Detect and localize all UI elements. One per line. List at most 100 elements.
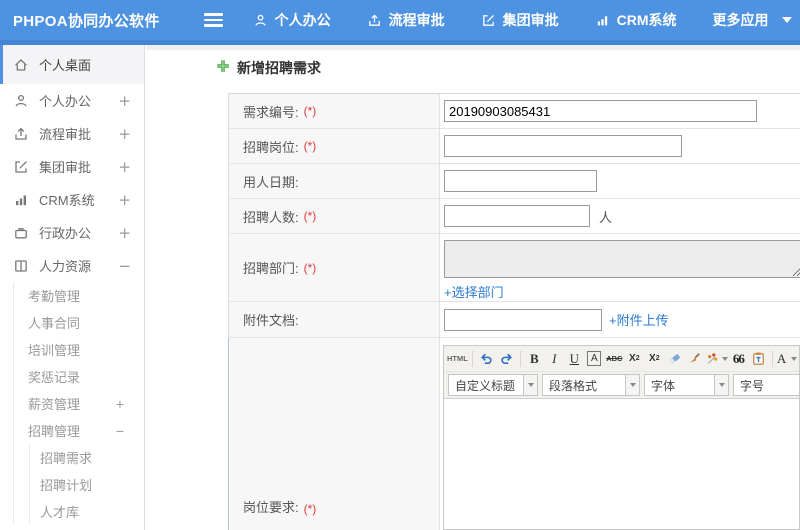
caret-down-icon <box>791 356 798 361</box>
field-label: 招聘人数: <box>243 209 299 225</box>
content-top-strip <box>146 45 800 50</box>
highlight-color-icon[interactable] <box>798 349 799 368</box>
font-color-button[interactable]: A <box>777 349 798 368</box>
form-row-requirements: 岗位要求: (*) HTML B I U A ABC X 2 X 2 66 A … <box>228 338 800 530</box>
font-size-select[interactable]: 字号 <box>733 374 799 396</box>
underline-button[interactable]: U <box>565 349 584 368</box>
top-nav: 个人办公 流程审批 集团审批 CRM系统 更多应用 <box>253 10 792 30</box>
sidebar-item-talent-pool[interactable]: 人才库 <box>30 498 144 525</box>
editor-content-area[interactable] <box>444 399 799 529</box>
edit-icon <box>481 13 496 28</box>
sidebar-item-training[interactable]: 培训管理 <box>14 336 144 363</box>
color-format-icon[interactable] <box>705 349 728 368</box>
caret-down-icon <box>721 356 728 361</box>
collapse-icon[interactable]: − <box>116 423 124 439</box>
sidebar-item-hr-contract[interactable]: 人事合同 <box>14 309 144 336</box>
expand-icon[interactable]: + <box>116 396 124 412</box>
headcount-input[interactable] <box>444 205 590 227</box>
required-mark: (*) <box>303 139 317 153</box>
field-label: 用人日期: <box>243 174 299 190</box>
sidebar-item-salary[interactable]: 薪资管理 + <box>14 390 144 417</box>
attachment-input[interactable] <box>444 308 602 331</box>
sidebar-item-personal-office[interactable]: 个人办公 + <box>0 84 144 117</box>
bold-button[interactable]: B <box>525 349 544 368</box>
sidebar-item-hr[interactable]: 人力资源 − <box>0 249 144 282</box>
superscript-button[interactable]: X2 <box>625 349 644 368</box>
required-mark: (*) <box>303 502 317 516</box>
field-label: 招聘岗位: <box>243 139 299 155</box>
field-label: 附件文档: <box>243 313 299 328</box>
sidebar-item-admin-office[interactable]: 行政办公 + <box>0 216 144 249</box>
sidebar-item-attendance[interactable]: 考勤管理 <box>14 282 144 309</box>
field-label: 招聘部门: <box>243 261 299 276</box>
bar-chart-icon <box>595 13 610 28</box>
expand-icon[interactable]: + <box>118 191 131 209</box>
rich-text-editor: HTML B I U A ABC X2 X2 66 A 自定义标题 段落格式 字… <box>443 345 800 530</box>
toolbar-separator <box>471 350 473 367</box>
font-style-button[interactable]: A <box>585 349 604 368</box>
paragraph-format-select[interactable]: 段落格式 <box>542 374 640 396</box>
expand-icon[interactable]: + <box>118 158 131 176</box>
process-icon <box>367 13 382 28</box>
italic-button[interactable]: I <box>545 349 564 368</box>
strikethrough-button[interactable]: ABC <box>605 349 624 368</box>
eraser-icon[interactable] <box>665 349 684 368</box>
redo-icon[interactable] <box>497 349 516 368</box>
caret-down-icon <box>625 375 639 395</box>
subscript-button[interactable]: X2 <box>645 349 664 368</box>
toolbar-separator <box>771 350 773 367</box>
caret-down-icon <box>781 17 792 23</box>
form-row-date: 用人日期: <box>228 164 800 199</box>
sidebar-item-desktop[interactable]: 个人桌面 <box>0 45 144 84</box>
editor-toolbar-row2: 自定义标题 段落格式 字体 字号 <box>444 372 799 399</box>
collapse-icon[interactable]: − <box>118 257 131 275</box>
editor-toolbar-row1: HTML B I U A ABC X2 X2 66 A <box>444 346 799 372</box>
nav-process-approval[interactable]: 流程审批 <box>367 10 445 30</box>
font-family-select[interactable]: 字体 <box>644 374 729 396</box>
custom-title-select[interactable]: 自定义标题 <box>448 374 538 396</box>
nav-group-approval[interactable]: 集团审批 <box>481 10 559 30</box>
edit-icon <box>13 159 29 175</box>
hire-date-input[interactable] <box>444 170 597 192</box>
req-number-input[interactable] <box>444 100 757 122</box>
position-input[interactable] <box>444 135 682 157</box>
briefcase-icon <box>13 225 29 241</box>
sidebar-item-process-approval[interactable]: 流程审批 + <box>0 117 144 150</box>
expand-icon[interactable]: + <box>118 224 131 242</box>
sidebar-item-group-approval[interactable]: 集团审批 + <box>0 150 144 183</box>
nav-more-apps[interactable]: 更多应用 <box>713 10 792 30</box>
nav-crm[interactable]: CRM系统 <box>595 10 677 30</box>
paste-text-icon[interactable] <box>749 349 768 368</box>
person-icon <box>13 93 29 109</box>
recruit-submenu: 招聘需求 招聘计划 人才库 <box>29 444 144 525</box>
nav-personal-office[interactable]: 个人办公 <box>253 10 331 30</box>
hr-submenu: 考勤管理 人事合同 培训管理 奖惩记录 薪资管理 + 招聘管理 − 招聘需求 招… <box>13 282 144 525</box>
form-row-headcount: 招聘人数: (*) 人 <box>228 199 800 234</box>
select-department-link[interactable]: +选择部门 <box>444 282 504 301</box>
sidebar-item-recruit-demand[interactable]: 招聘需求 <box>30 444 144 471</box>
app-header: PHPOA协同办公软件 个人办公 流程审批 集团审批 CRM系统 更多应用 <box>0 0 800 45</box>
undo-icon[interactable] <box>477 349 496 368</box>
sidebar-item-rewards[interactable]: 奖惩记录 <box>14 363 144 390</box>
sidebar-item-crm[interactable]: CRM系统 + <box>0 183 144 216</box>
format-brush-icon[interactable] <box>685 349 704 368</box>
html-source-button[interactable]: HTML <box>447 349 468 368</box>
required-mark: (*) <box>303 260 317 275</box>
menu-toggle-icon[interactable] <box>203 13 223 27</box>
bar-chart-icon <box>13 192 29 208</box>
expand-icon[interactable]: + <box>118 125 131 143</box>
required-mark: (*) <box>303 104 317 118</box>
process-icon <box>13 126 29 142</box>
home-icon <box>13 57 29 73</box>
sidebar-item-recruit-mgmt[interactable]: 招聘管理 − <box>14 417 144 444</box>
sidebar-item-recruit-plan[interactable]: 招聘计划 <box>30 471 144 498</box>
main-content: 新增招聘需求 需求编号: (*) 招聘岗位: (*) 用人 <box>146 45 800 530</box>
blockquote-button[interactable]: 66 <box>729 349 748 368</box>
expand-icon[interactable]: + <box>118 92 131 110</box>
caret-down-icon <box>714 375 728 395</box>
form-row-position: 招聘岗位: (*) <box>228 129 800 164</box>
upload-attachment-link[interactable]: +附件上传 <box>609 310 669 329</box>
department-textarea[interactable] <box>444 240 800 278</box>
field-label: 岗位要求: <box>243 500 299 515</box>
field-label: 需求编号: <box>243 104 299 120</box>
